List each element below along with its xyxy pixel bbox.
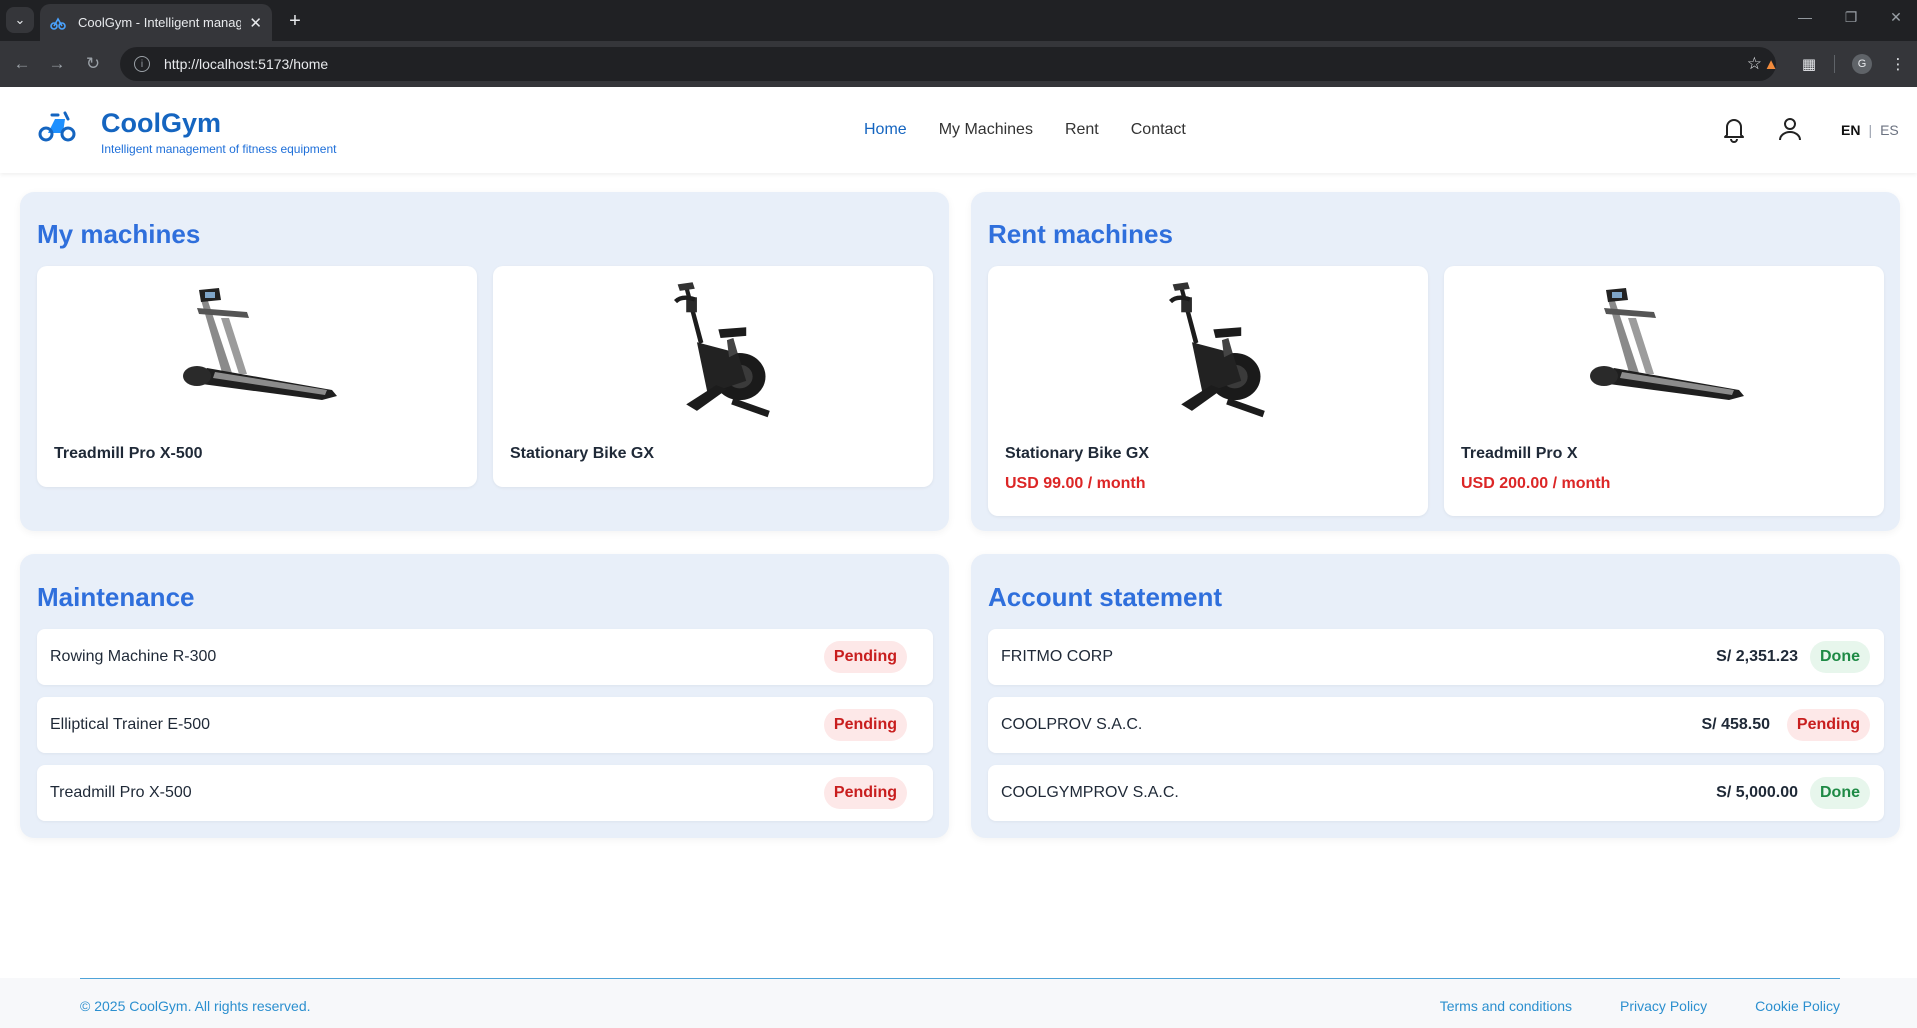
toolbar-divider bbox=[1834, 55, 1835, 73]
rent-price: USD 99.00 / month bbox=[1005, 475, 1146, 492]
maintenance-row[interactable]: Treadmill Pro X-500 Pending bbox=[37, 765, 933, 821]
rent-machine-card[interactable]: Treadmill Pro X USD 200.00 / month bbox=[1444, 266, 1884, 516]
brand-name[interactable]: CoolGym bbox=[101, 108, 221, 139]
browser-menu-kebab-icon[interactable]: ⋮ bbox=[1887, 53, 1909, 75]
nav-my-machines[interactable]: My Machines bbox=[939, 121, 1033, 139]
stationary-bike-image bbox=[1128, 278, 1288, 428]
copyright-text: © 2025 CoolGym. All rights reserved. bbox=[80, 998, 311, 1014]
statement-company: COOLGYMPROV S.A.C. bbox=[1001, 784, 1179, 801]
account-statement-panel: Account statement FRITMO CORP S/ 2,351.2… bbox=[971, 554, 1900, 838]
rent-price: USD 200.00 / month bbox=[1461, 475, 1611, 492]
statement-row[interactable]: COOLGYMPROV S.A.C. S/ 5,000.00 Done bbox=[988, 765, 1884, 821]
status-badge: Pending bbox=[1786, 709, 1870, 741]
address-bar[interactable]: i http://localhost:5173/home ☆ bbox=[120, 47, 1776, 81]
account-statement-title: Account statement bbox=[988, 582, 1223, 612]
machine-name: Stationary Bike GX bbox=[510, 445, 655, 462]
favicon-bike-icon bbox=[50, 16, 66, 30]
nav-home[interactable]: Home bbox=[864, 121, 907, 139]
browser-tab-bar: ⌄ CoolGym - Intelligent management ✕ + —… bbox=[0, 0, 1917, 41]
rent-machines-title: Rent machines bbox=[988, 219, 1173, 249]
status-badge: Pending bbox=[823, 777, 907, 809]
machine-name: Treadmill Pro X-500 bbox=[54, 445, 203, 462]
nav-contact[interactable]: Contact bbox=[1131, 121, 1186, 139]
nav-rent[interactable]: Rent bbox=[1065, 121, 1099, 139]
statement-company: COOLPROV S.A.C. bbox=[1001, 716, 1143, 733]
footer-links: Terms and conditions Privacy Policy Cook… bbox=[1440, 998, 1840, 1014]
statement-row[interactable]: COOLPROV S.A.C. S/ 458.50 Pending bbox=[988, 697, 1884, 753]
my-machine-card[interactable]: Treadmill Pro X-500 bbox=[37, 266, 477, 487]
tab-close-icon[interactable]: ✕ bbox=[249, 14, 262, 32]
statement-amount: S/ 2,351.23 bbox=[1716, 648, 1798, 665]
machine-name: Stationary Bike GX bbox=[1005, 445, 1150, 462]
status-badge: Done bbox=[1810, 641, 1870, 673]
logo-bike-icon[interactable] bbox=[38, 107, 76, 143]
language-switcher: EN | ES bbox=[1841, 122, 1899, 138]
profile-avatar[interactable]: G bbox=[1851, 53, 1873, 75]
footer: © 2025 CoolGym. All rights reserved. Ter… bbox=[0, 978, 1917, 1028]
site-info-icon[interactable]: i bbox=[134, 56, 150, 72]
maintenance-item-name: Rowing Machine R-300 bbox=[50, 648, 217, 665]
cookie-link[interactable]: Cookie Policy bbox=[1755, 998, 1840, 1014]
brand-tagline: Intelligent management of fitness equipm… bbox=[101, 142, 337, 156]
maintenance-row[interactable]: Rowing Machine R-300 Pending bbox=[37, 629, 933, 685]
extension-fox-icon[interactable]: ▲ bbox=[1760, 53, 1782, 75]
footer-divider bbox=[80, 978, 1840, 979]
statement-amount: S/ 5,000.00 bbox=[1716, 784, 1798, 801]
extensions-puzzle-icon[interactable]: ▦ bbox=[1798, 53, 1820, 75]
stationary-bike-image bbox=[633, 278, 793, 428]
maintenance-panel: Maintenance Rowing Machine R-300 Pending… bbox=[20, 554, 949, 838]
machine-name: Treadmill Pro X bbox=[1461, 445, 1578, 462]
maintenance-item-name: Treadmill Pro X-500 bbox=[50, 784, 192, 801]
minimize-icon[interactable]: — bbox=[1790, 9, 1820, 25]
statement-amount: S/ 458.50 bbox=[1701, 716, 1771, 733]
back-arrow-icon[interactable]: ← bbox=[11, 53, 33, 75]
tab-search-chevron-icon[interactable]: ⌄ bbox=[6, 7, 34, 33]
app-header: CoolGym Intelligent management of fitnes… bbox=[0, 87, 1917, 173]
reload-icon[interactable]: ↻ bbox=[82, 53, 104, 75]
restore-icon[interactable]: ❐ bbox=[1836, 9, 1866, 26]
close-window-icon[interactable]: ✕ bbox=[1881, 9, 1911, 26]
forward-arrow-icon[interactable]: → bbox=[46, 53, 68, 75]
status-badge: Pending bbox=[823, 709, 907, 741]
terms-link[interactable]: Terms and conditions bbox=[1440, 998, 1572, 1014]
my-machine-card[interactable]: Stationary Bike GX bbox=[493, 266, 933, 487]
maintenance-item-name: Elliptical Trainer E-500 bbox=[50, 716, 211, 733]
profile-initial: G bbox=[1852, 54, 1872, 74]
maintenance-title: Maintenance bbox=[37, 582, 195, 612]
privacy-link[interactable]: Privacy Policy bbox=[1620, 998, 1707, 1014]
rent-machines-panel: Rent machines Stationary Bike GX USD 99.… bbox=[971, 192, 1900, 531]
tab-title: CoolGym - Intelligent management bbox=[78, 15, 242, 30]
address-url: http://localhost:5173/home bbox=[164, 56, 329, 72]
new-tab-plus-icon[interactable]: + bbox=[282, 8, 308, 34]
status-badge: Done bbox=[1810, 777, 1870, 809]
status-badge: Pending bbox=[823, 641, 907, 673]
my-machines-panel: My machines Treadmill Pro X-500 Stationa… bbox=[20, 192, 949, 531]
statement-row[interactable]: FRITMO CORP S/ 2,351.23 Done bbox=[988, 629, 1884, 685]
statement-company: FRITMO CORP bbox=[1001, 648, 1113, 665]
rent-machine-card[interactable]: Stationary Bike GX USD 99.00 / month bbox=[988, 266, 1428, 516]
lang-es[interactable]: ES bbox=[1880, 122, 1899, 138]
treadmill-image bbox=[183, 288, 337, 400]
lang-separator: | bbox=[1868, 122, 1873, 138]
treadmill-image bbox=[1590, 288, 1744, 400]
browser-toolbar: ← → ↻ i http://localhost:5173/home ☆ ▲ ▦… bbox=[0, 41, 1917, 87]
bell-icon[interactable] bbox=[1720, 115, 1748, 143]
lang-en[interactable]: EN bbox=[1841, 122, 1860, 138]
main-nav: Home My Machines Rent Contact bbox=[864, 121, 1186, 139]
maintenance-row[interactable]: Elliptical Trainer E-500 Pending bbox=[37, 697, 933, 753]
browser-tab[interactable]: CoolGym - Intelligent management ✕ bbox=[40, 4, 272, 41]
user-icon[interactable] bbox=[1776, 115, 1804, 143]
my-machines-title: My machines bbox=[37, 219, 201, 249]
